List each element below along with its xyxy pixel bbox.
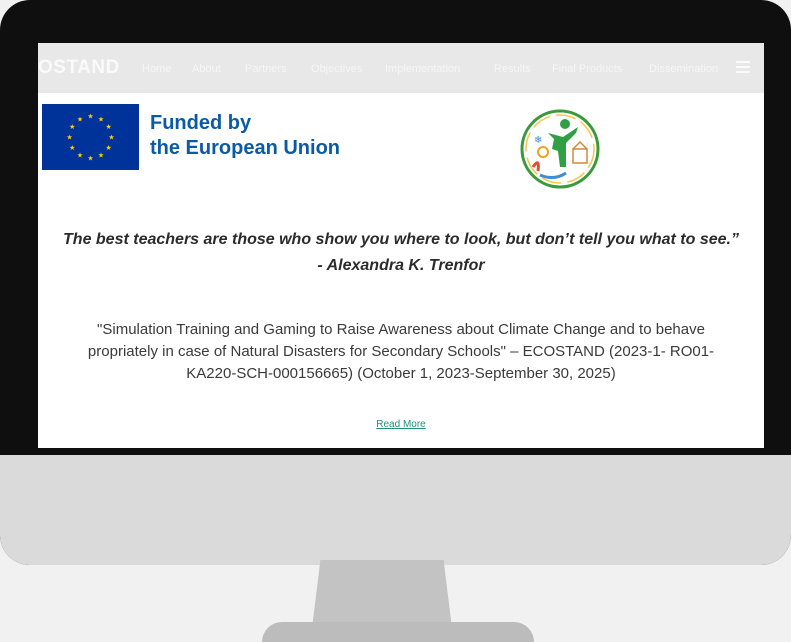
nav-partners[interactable]: Partners — [245, 63, 287, 75]
nav-dissemination[interactable]: Dissemination — [649, 63, 718, 75]
eu-star-icon: ★ — [66, 134, 72, 142]
eu-star-icon: ★ — [77, 115, 83, 123]
nav-objectives[interactable]: Objectives — [311, 63, 362, 75]
monitor-chin — [0, 455, 791, 565]
funded-line-2: the European Union — [150, 137, 340, 159]
project-description: "Simulation Training and Gaming to Raise… — [38, 319, 764, 385]
quote-text: The best teachers are those who show you… — [63, 231, 739, 248]
quote-author: - Alexandra K. Trenfor — [317, 257, 485, 274]
brand-logo[interactable]: OSTAND — [38, 57, 120, 79]
nav-final-products[interactable]: Final Products — [552, 63, 622, 75]
monitor-stand-base — [262, 622, 534, 642]
eu-star-icon: ★ — [98, 115, 104, 123]
svg-text:❄: ❄ — [534, 135, 542, 146]
eu-star-icon: ★ — [108, 134, 114, 142]
eu-flag-icon: ★ ★★★★★★★★★★★ — [42, 104, 139, 170]
description-line-3: KA220-SCH-000156665) (October 1, 2023-Se… — [186, 365, 616, 382]
eu-star-icon: ★ — [69, 144, 75, 152]
eu-star-icon: ★ — [87, 113, 93, 121]
nav-results[interactable]: Results — [494, 63, 531, 75]
funded-line-1: Funded by — [150, 112, 252, 134]
hamburger-menu-icon[interactable] — [736, 61, 750, 73]
eu-star-icon: ★ — [87, 155, 93, 163]
monitor-stand — [312, 560, 452, 628]
read-more-link[interactable]: Read More — [38, 419, 764, 430]
navbar: OSTAND Home About Partners Objectives Im… — [38, 43, 764, 93]
nav-about[interactable]: About — [192, 63, 221, 75]
eu-star-icon: ★ — [106, 123, 112, 131]
description-line-1: "Simulation Training and Gaming to Raise… — [97, 321, 705, 338]
nav-home[interactable]: Home — [142, 63, 171, 75]
funded-by-eu-text: Funded by the European Union — [150, 111, 340, 161]
eu-star-icon: ★ — [106, 144, 112, 152]
eu-star-icon: ★ — [69, 123, 75, 131]
eu-star-icon: ★ — [98, 152, 104, 160]
screen: OSTAND Home About Partners Objectives Im… — [38, 43, 764, 448]
ecostand-logo-icon: ❄ — [520, 109, 600, 189]
description-line-2: propriately in case of Natural Disasters… — [87, 343, 715, 360]
eu-star-icon: ★ — [77, 152, 83, 160]
nav-implementation[interactable]: Implementation — [385, 63, 460, 75]
